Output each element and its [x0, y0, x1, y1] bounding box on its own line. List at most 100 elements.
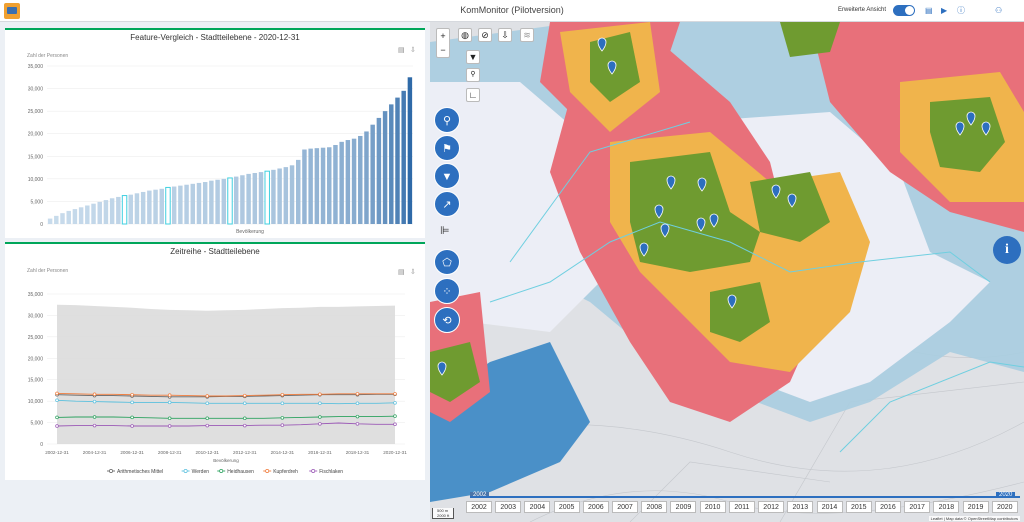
map-attribution[interactable]: Leaflet | Map data © OpenStreetMap contr…: [928, 516, 1020, 521]
filter-button[interactable]: ▼: [434, 163, 460, 189]
reachability-button[interactable]: ⟲: [434, 307, 460, 333]
legend-marker: [311, 469, 316, 473]
timeline-year-button[interactable]: 2007: [612, 501, 639, 513]
map-canvas[interactable]: [430, 22, 1024, 522]
bar-ranking-icon[interactable]: ⊫: [440, 224, 450, 237]
y-axis-label: Zahl der Personen: [27, 53, 68, 59]
timeline-year-button[interactable]: 2015: [845, 501, 872, 513]
top-navbar: KomMonitor (Pilotversion) Erweiterte Ans…: [0, 0, 1024, 22]
users-icon[interactable]: ⚇: [995, 6, 1002, 16]
hierarchy-button[interactable]: ⚲: [434, 107, 460, 133]
scatter-plot-button[interactable]: ⁘: [434, 278, 460, 304]
globe-icon[interactable]: ◍: [458, 28, 472, 42]
timeline-year-button[interactable]: 2010: [699, 501, 726, 513]
advanced-view-toggle[interactable]: [893, 5, 915, 16]
year-timeline: 2002 2003 2004 2005 2006 2007 2008 2009 2010 2011…: [466, 501, 1021, 515]
bar: [264, 170, 270, 225]
series-point: [130, 415, 134, 420]
legend-marker: [265, 469, 270, 473]
timeline-year-button[interactable]: 2018: [933, 501, 960, 513]
timeline-year-button[interactable]: 2002: [466, 501, 492, 513]
forbidden-icon[interactable]: ⊘: [478, 28, 492, 42]
series-point: [280, 401, 285, 406]
zoom-in-button[interactable]: +: [437, 29, 449, 43]
x-tick-label: 2008-12-31: [158, 450, 182, 455]
series-point: [318, 392, 322, 397]
timeline-year-button[interactable]: 2014: [816, 501, 843, 513]
timeline-year-button[interactable]: 2020: [991, 501, 1018, 513]
series-point: [393, 401, 397, 405]
legend-marker: [183, 469, 188, 473]
timeline-year-button[interactable]: 2008: [641, 501, 668, 513]
document-icon[interactable]: ▤: [925, 6, 933, 16]
bar: [121, 195, 128, 225]
timeline-year-button[interactable]: 2019: [962, 501, 989, 513]
y-tick-label: 0: [40, 222, 43, 228]
timeline-year-button[interactable]: 2016: [874, 501, 901, 513]
map-view[interactable]: + − ◍ ⊘ ⇩ ≋ ▼ ⚲ ∟ ⚲ ⚑ ▼ ↗ ⊫ ⬠ ⁘ ⟲ i 2002…: [430, 22, 1024, 522]
bar: [376, 117, 382, 224]
series-point: [55, 424, 59, 428]
timeline-year-button[interactable]: 2011: [728, 501, 755, 513]
series-point: [243, 416, 247, 421]
timeline-track[interactable]: [470, 496, 1020, 498]
series-point: [393, 414, 397, 418]
bar: [209, 180, 214, 224]
timeline-year-button[interactable]: 2006: [582, 501, 609, 513]
series-point: [92, 392, 97, 397]
timeline-year-button[interactable]: 2004: [524, 501, 551, 513]
advanced-view-label: Erweiterte Ansicht: [838, 7, 887, 13]
y-tick-label: 25,000: [28, 335, 44, 341]
timeline-year-button[interactable]: 2012: [758, 501, 785, 513]
series-point: [55, 391, 59, 396]
series-point: [243, 393, 247, 398]
measure-icon[interactable]: ∟: [466, 88, 480, 102]
bar: [165, 186, 171, 225]
radar-chart-button[interactable]: ⬠: [434, 249, 460, 275]
timeline-year-button[interactable]: 2017: [904, 501, 931, 513]
chart-line-button[interactable]: ↗: [434, 191, 460, 217]
series-point: [167, 400, 172, 405]
bar: [283, 167, 289, 224]
bar: [171, 186, 177, 224]
bar: [190, 183, 196, 224]
bar: [240, 175, 245, 224]
bar: [85, 205, 90, 224]
bar: [184, 184, 189, 224]
bar: [147, 190, 152, 224]
location-button[interactable]: ⚑: [434, 135, 460, 161]
y-tick-label: 35,000: [28, 292, 44, 298]
bar: [159, 188, 164, 224]
timeline-year-button[interactable]: 2013: [787, 501, 814, 513]
search-icon[interactable]: ⚲: [466, 68, 480, 82]
play-icon[interactable]: ▶: [941, 6, 947, 16]
timeline-end-tag: 2020: [996, 483, 1016, 501]
timeline-year-button[interactable]: 2009: [670, 501, 697, 513]
bar: [271, 169, 276, 224]
x-tick-label: 2014-12-31: [271, 450, 295, 455]
bar: [339, 141, 344, 224]
x-tick-label: 2016-12-31: [308, 450, 332, 455]
bar: [233, 176, 239, 224]
zoom-out-button[interactable]: −: [437, 43, 449, 57]
bar: [407, 77, 413, 225]
layers-icon[interactable]: ≋: [520, 28, 534, 42]
bar: [72, 209, 78, 224]
info-icon[interactable]: ⓘ: [957, 6, 965, 16]
series-point: [318, 415, 322, 419]
bar: [252, 172, 258, 224]
map-info-button[interactable]: i: [993, 236, 1021, 264]
series-point: [280, 416, 285, 420]
download-icon[interactable]: ⇩: [498, 28, 512, 42]
timeline-year-button[interactable]: 2003: [495, 501, 522, 513]
y-tick-label: 5,000: [30, 199, 43, 205]
bar: [320, 147, 326, 224]
y-tick-label: 30,000: [28, 313, 44, 319]
y-tick-label: 30,000: [28, 87, 44, 93]
filter-icon[interactable]: ▼: [466, 50, 480, 64]
x-tick-label: 2020-12-31: [383, 450, 407, 455]
timeline-year-button[interactable]: 2005: [553, 501, 580, 513]
bar: [364, 131, 369, 224]
series-point: [205, 401, 209, 406]
series-point: [243, 401, 247, 406]
